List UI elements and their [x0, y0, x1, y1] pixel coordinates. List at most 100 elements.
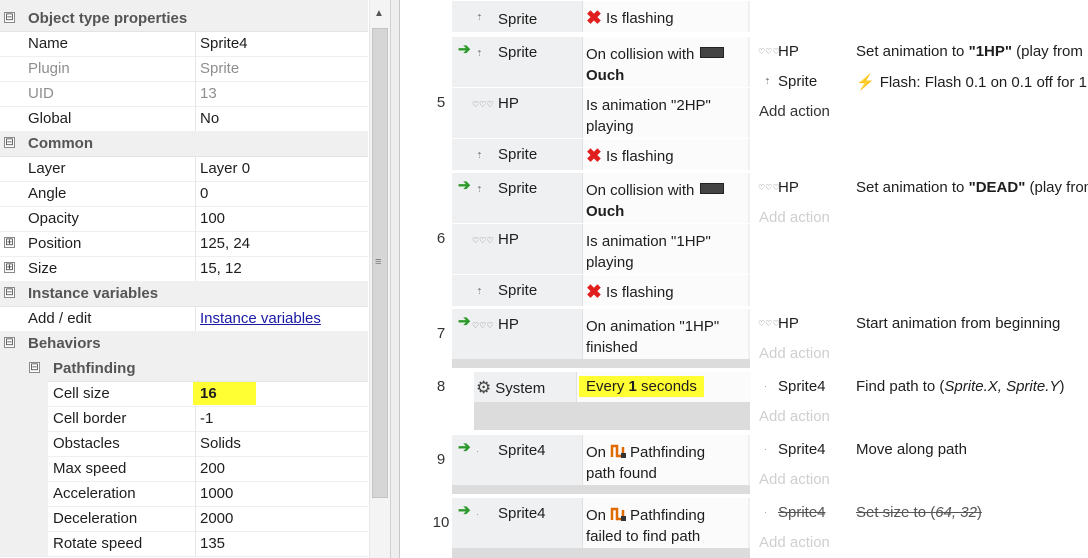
collapse-icon[interactable]: ⊟ — [29, 362, 40, 373]
action-row[interactable]: ⇡ Sprite ⚡ Flash: Flash 0.1 on 0.1 off fo… — [758, 73, 1088, 95]
condition-row[interactable]: ⇡ Sprite ✖ Is flashing — [452, 274, 750, 306]
sprite4-object-icon: · — [764, 445, 767, 454]
prop-value[interactable]: 0 — [200, 185, 208, 202]
prop-value[interactable]: Layer 0 — [200, 160, 250, 177]
prop-value[interactable]: 16 — [200, 385, 217, 402]
category-pathfinding[interactable]: ⊟ Pathfinding — [0, 356, 368, 382]
condition-row[interactable]: ➔ ⇡ Sprite On collision with Ouch — [452, 36, 750, 87]
prop-row-size[interactable]: ⊞ Size 15, 12 — [0, 256, 368, 282]
category-instance-variables[interactable]: ⊟ Instance variables — [0, 281, 368, 307]
prop-row-max-speed[interactable]: Max speed 200 — [0, 456, 368, 482]
add-action-link[interactable]: Add action — [759, 471, 830, 488]
scroll-up-arrow-icon[interactable]: ▲ — [374, 8, 384, 19]
prop-value[interactable]: 2000 — [200, 510, 233, 527]
properties-scrollbar[interactable]: ▲ ≡ — [369, 0, 390, 558]
prop-value[interactable]: 200 — [200, 460, 225, 477]
add-action-link[interactable]: Add action — [759, 103, 830, 120]
prop-label: Cell size — [53, 385, 110, 402]
action-object: Sprite4 — [778, 378, 826, 395]
category-common[interactable]: ⊟ Common — [0, 131, 368, 157]
prop-value[interactable]: 125, 24 — [200, 235, 250, 252]
condition-row[interactable]: ⇡ Sprite ✖ Is flashing — [452, 0, 750, 32]
condition-text-part: Is animation "1HP" — [586, 233, 711, 250]
column-divider — [195, 531, 196, 556]
sprite4-object-icon: · — [476, 447, 479, 456]
category-object-type[interactable]: ⊟ Object type properties — [0, 6, 368, 32]
panel-splitter[interactable] — [390, 0, 400, 558]
prop-row-layer[interactable]: Layer Layer 0 — [0, 156, 368, 182]
category-behaviors[interactable]: ⊟ Behaviors — [0, 331, 368, 357]
prop-value[interactable]: -1 — [200, 410, 213, 427]
sprite4-object-icon: · — [476, 510, 479, 519]
condition-row[interactable]: ➔ · Sprite4 On Pathfinding failed to find … — [452, 497, 750, 548]
expand-icon[interactable]: ⊞ — [4, 237, 15, 248]
expand-icon[interactable]: ⊞ — [4, 262, 15, 273]
condition-row[interactable]: ⚙ System Every 1 seconds — [474, 371, 751, 402]
prop-row-rotate-speed[interactable]: Rotate speed 135 — [0, 531, 368, 557]
add-action-link[interactable]: Add action — [759, 209, 830, 226]
add-action-link[interactable]: Add action — [759, 534, 830, 551]
condition-row[interactable]: ♡♡♡ HP Is animation "1HP" playing — [452, 223, 750, 274]
action-text: Move along path — [856, 441, 967, 458]
prop-row-cell-size[interactable]: Cell size 16 — [0, 381, 368, 407]
prop-value[interactable]: No — [200, 110, 219, 127]
action-row-disabled[interactable]: · Sprite4 Set size to (64, 32) — [758, 504, 1088, 526]
prop-row-acceleration[interactable]: Acceleration 1000 — [0, 481, 368, 507]
action-object: Sprite4 — [778, 441, 826, 458]
prop-value[interactable]: 1000 — [200, 485, 233, 502]
collapse-icon[interactable]: ⊟ — [4, 287, 15, 298]
action-row[interactable]: ♡♡♡ HP Start animation from beginning — [758, 315, 1088, 337]
prop-row-angle[interactable]: Angle 0 — [0, 181, 368, 207]
prop-row-global[interactable]: Global No — [0, 106, 368, 132]
action-text-part: Find path to ( — [856, 378, 945, 395]
prop-value[interactable]: 15, 12 — [200, 260, 242, 277]
action-row[interactable]: ♡♡♡ HP Set animation to "DEAD" (play fro… — [758, 179, 1088, 201]
condition-text: Is animation "1HP" playing — [586, 231, 711, 273]
action-row[interactable]: · Sprite4 Find path to (Sprite.X, Sprite… — [758, 378, 1088, 400]
condition-text: On animation "1HP" finished — [586, 316, 719, 358]
prop-row-opacity[interactable]: Opacity 100 — [0, 206, 368, 232]
prop-value[interactable]: 100 — [200, 210, 225, 227]
action-text-bold: "DEAD" — [968, 179, 1026, 196]
action-text-part: Flash: Flash 0.1 on 0.1 off for 1.0 seco… — [879, 74, 1088, 91]
condition-text-part: Every — [586, 378, 629, 395]
event-number: 6 — [436, 230, 446, 247]
collapse-icon[interactable]: ⊟ — [4, 337, 15, 348]
prop-row-obstacles[interactable]: Obstacles Solids — [0, 431, 368, 457]
condition-text-part: playing — [586, 254, 634, 271]
prop-label: Name — [28, 35, 69, 52]
condition-row[interactable]: ♡♡♡ HP Is animation "2HP" playing — [452, 87, 750, 138]
prop-row-name[interactable]: Name Sprite4 — [0, 31, 368, 57]
action-text-part: Set animation to — [856, 43, 969, 60]
action-text-part: Set size to ( — [856, 504, 936, 521]
action-row[interactable]: · Sprite4 Move along path — [758, 441, 1088, 463]
prop-row-deceleration[interactable]: Deceleration 2000 — [0, 506, 368, 532]
condition-row[interactable]: ➔ ♡♡♡ HP On animation "1HP" finished — [452, 308, 750, 359]
condition-row[interactable]: ➔ · Sprite4 On Pathfinding path found — [452, 434, 750, 485]
red-x-icon: ✖ — [586, 282, 602, 303]
action-text: Set size to (64, 32) — [856, 504, 982, 521]
collapse-icon[interactable]: ⊟ — [4, 137, 15, 148]
category-label: Instance variables — [28, 285, 159, 302]
add-action-link[interactable]: Add action — [759, 408, 830, 425]
condition-text-part: Pathfinding — [630, 444, 706, 461]
collapse-icon[interactable]: ⊟ — [4, 12, 15, 23]
column-divider — [195, 506, 196, 531]
action-object: HP — [778, 43, 799, 60]
indent-gutter — [0, 431, 48, 456]
condition-row[interactable]: ➔ ⇡ Sprite On collision with Ouch — [452, 172, 750, 223]
instance-variables-link[interactable]: Instance variables — [200, 310, 321, 327]
condition-text: Is animation "2HP" playing — [586, 95, 711, 137]
category-label: Object type properties — [28, 10, 188, 27]
prop-value[interactable]: 135 — [200, 535, 225, 552]
prop-row-position[interactable]: ⊞ Position 125, 24 — [0, 231, 368, 257]
prop-row-add-edit[interactable]: Add / edit Instance variables — [0, 306, 368, 332]
prop-value[interactable]: Sprite4 — [200, 35, 248, 52]
prop-value[interactable]: Solids — [200, 435, 241, 452]
action-row[interactable]: ♡♡♡ HP Set animation to "1HP" (play from… — [758, 43, 1088, 65]
condition-row[interactable]: ⇡ Sprite ✖ Is flashing — [452, 138, 750, 170]
add-action-link[interactable]: Add action — [759, 345, 830, 362]
sprite-object-icon: ⇡ — [476, 13, 483, 22]
prop-row-cell-border[interactable]: Cell border -1 — [0, 406, 368, 432]
prop-label: Cell border — [53, 410, 127, 427]
